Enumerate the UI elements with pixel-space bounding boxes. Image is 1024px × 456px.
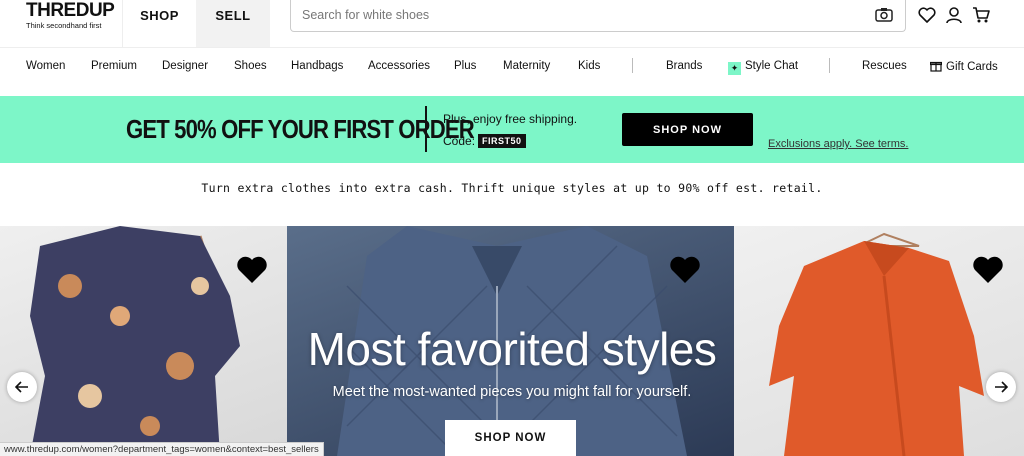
- promo-banner: GET 50% OFF YOUR FIRST ORDER Plus, enjoy…: [0, 96, 1024, 163]
- promo-divider: [425, 106, 427, 152]
- nav-item-premium[interactable]: Premium: [91, 60, 137, 72]
- favorite-heart-icon[interactable]: [236, 256, 267, 284]
- promo-terms: Exclusions apply. See terms.: [768, 134, 908, 152]
- nav-item-women[interactable]: Women: [26, 60, 65, 72]
- logo-wordmark: THREDUP: [26, 0, 115, 21]
- exclusions-link[interactable]: Exclusions apply. See terms.: [768, 138, 908, 150]
- header-icons: [918, 7, 990, 25]
- nav-item-maternity[interactable]: Maternity: [503, 60, 550, 72]
- nav-item-plus[interactable]: Plus: [454, 60, 476, 72]
- logo-tagline: Think secondhand first: [26, 21, 102, 30]
- promo-code-badge: FIRST50: [478, 134, 526, 148]
- account-icon[interactable]: [945, 7, 963, 25]
- nav-item-designer[interactable]: Designer: [162, 60, 208, 72]
- tab-shop[interactable]: SHOP: [122, 0, 196, 47]
- nav-item-style-chat[interactable]: ✦ Style Chat: [728, 60, 798, 75]
- search-box: [290, 0, 906, 32]
- hero-carousel: Most favorited styles Meet the most-want…: [0, 226, 1024, 456]
- gift-cards-label: Gift Cards: [946, 61, 998, 73]
- promo-shop-now-button[interactable]: SHOP NOW: [622, 113, 753, 146]
- sparkle-icon: ✦: [728, 62, 741, 75]
- promo-code-line: Code: FIRST50: [443, 134, 526, 148]
- promo-shipping: Plus, enjoy free shipping.: [443, 112, 578, 126]
- nav-item-brands[interactable]: Brands: [666, 60, 702, 72]
- promo-headline: GET 50% OFF YOUR FIRST ORDER: [126, 114, 475, 144]
- site-tagline: Turn extra clothes into extra cash. Thri…: [201, 181, 823, 195]
- nav-divider: [829, 58, 830, 73]
- logo[interactable]: THREDUP Think secondhand first: [0, 0, 122, 47]
- heart-icon[interactable]: [918, 7, 936, 25]
- nav-item-kids[interactable]: Kids: [578, 60, 600, 72]
- tab-sell[interactable]: SELL: [196, 0, 270, 47]
- arrow-right-icon: [995, 381, 1008, 393]
- hero-title: Most favorited styles: [307, 323, 717, 375]
- category-nav: Women Premium Designer Shoes Handbags Ac…: [0, 47, 1024, 85]
- nav-item-rescues[interactable]: Rescues: [862, 60, 907, 72]
- carousel-next-button[interactable]: [986, 372, 1016, 402]
- carousel-prev-button[interactable]: [7, 372, 37, 402]
- browser-status-url: www.thredup.com/women?department_tags=wo…: [0, 442, 324, 456]
- cart-icon[interactable]: [972, 7, 990, 25]
- hero-shop-now-button[interactable]: SHOP NOW: [445, 420, 576, 456]
- nav-divider: [632, 58, 633, 73]
- favorite-heart-icon[interactable]: [669, 256, 700, 284]
- promo-code-label: Code:: [443, 134, 476, 148]
- hero-subtitle: Meet the most-wanted pieces you might fa…: [332, 384, 692, 400]
- gift-icon: [929, 61, 943, 72]
- nav-item-gift-cards[interactable]: Gift Cards: [929, 60, 998, 73]
- search-input[interactable]: [291, 0, 851, 30]
- arrow-left-icon: [15, 381, 28, 393]
- style-chat-label: Style Chat: [745, 60, 799, 72]
- nav-item-handbags[interactable]: Handbags: [291, 60, 343, 72]
- nav-item-shoes[interactable]: Shoes: [234, 60, 267, 72]
- nav-item-accessories[interactable]: Accessories: [368, 60, 430, 72]
- favorite-heart-icon[interactable]: [972, 256, 1003, 284]
- camera-icon[interactable]: [875, 7, 893, 27]
